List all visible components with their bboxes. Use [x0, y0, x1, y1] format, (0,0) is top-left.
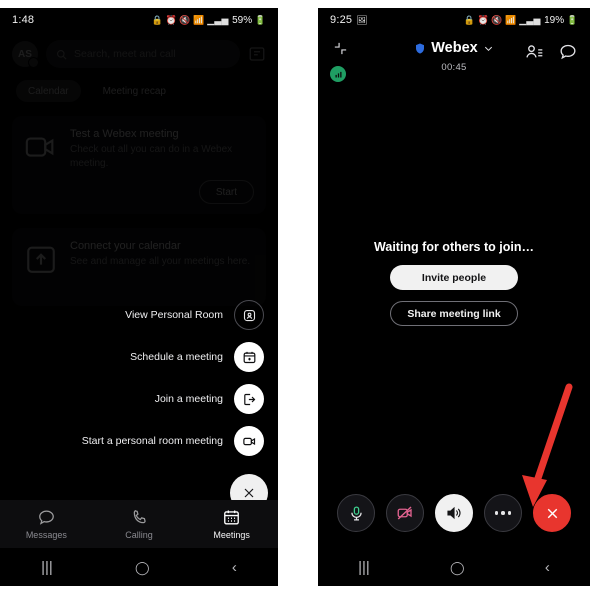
battery-icon: 🔋 [254, 14, 266, 25]
battery-percent: 19% [544, 14, 565, 26]
meeting-title: Webex [431, 40, 478, 56]
fab-item-view-personal-room[interactable]: View Personal Room [125, 300, 264, 330]
close-icon [244, 488, 254, 498]
home-icon[interactable]: ◯ [135, 561, 150, 574]
ellipsis-icon [494, 511, 512, 515]
fab-item-start-personal-room-meeting[interactable]: Start a personal room meeting [82, 426, 264, 456]
end-call-button[interactable] [533, 494, 571, 532]
status-bar-right: 9:25 🖼 🔒 ⏰ 🔇 📶 ▁▃▅ 19% 🔋 [318, 8, 590, 32]
chat-bubble-icon[interactable] [558, 42, 578, 62]
avatar[interactable]: AS [12, 41, 39, 68]
phone-left-meetings-screen: 1:48 🔒 ⏰ 🔇 📶 ▁▃▅ 59% 🔋 AS Search, meet a… [0, 8, 278, 586]
card-connect-calendar[interactable]: Connect your calendar See and manage all… [12, 228, 266, 306]
search-input[interactable]: Search, meet and call [46, 40, 240, 68]
card-title: Connect your calendar [70, 240, 181, 252]
compose-icon[interactable] [248, 45, 266, 63]
mic-button[interactable] [337, 494, 375, 532]
video-button[interactable] [386, 494, 424, 532]
microphone-icon [350, 505, 362, 521]
back-icon[interactable]: ‹ [545, 560, 550, 575]
signal-bars-icon: ▁▃▅ [207, 14, 229, 25]
speaker-button[interactable] [435, 494, 473, 532]
lock-icon: 🔒 [463, 14, 475, 25]
fab-item-join-meeting[interactable]: Join a meeting [155, 384, 264, 414]
battery-icon: 🔋 [566, 14, 578, 25]
status-icons: 🔒 ⏰ 🔇 📶 ▁▃▅ 19% 🔋 [464, 15, 578, 26]
bottom-tab-bar: Messages Calling Meetings [0, 500, 278, 548]
invite-people-button[interactable]: Invite people [390, 265, 518, 290]
search-row: AS Search, meet and call [0, 32, 278, 68]
recents-icon[interactable]: ||| [358, 560, 370, 575]
lock-icon: 🔒 [151, 14, 163, 25]
calendar-icon [224, 510, 240, 525]
speaker-icon [447, 506, 461, 520]
more-options-button[interactable] [484, 494, 522, 532]
chip-calendar[interactable]: Calendar [16, 80, 81, 102]
video-off-icon [397, 506, 412, 520]
android-nav-bar-right: ||| ◯ ‹ [318, 548, 590, 586]
alarm-icon: ⏰ [165, 14, 177, 25]
alarm-icon: ⏰ [477, 14, 489, 25]
fab-item-label: View Personal Room [125, 309, 223, 321]
fab-item-label: Start a personal room meeting [81, 435, 223, 447]
phone-right-in-meeting-screen: 9:25 🖼 🔒 ⏰ 🔇 📶 ▁▃▅ 19% 🔋 Webex 00:45 Wai… [318, 8, 590, 586]
meeting-controls [318, 494, 590, 532]
card-subtitle: See and manage all your meetings here. [70, 256, 251, 267]
filter-chips: Calendar Meeting recap [0, 68, 278, 102]
fab-item-label: Schedule a meeting [130, 351, 223, 363]
wifi-icon: 📶 [505, 14, 517, 25]
status-time: 1:48 [12, 14, 35, 26]
mute-icon: 🔇 [491, 14, 503, 25]
wifi-icon: 📶 [193, 14, 205, 25]
android-nav-bar-left: ||| ◯ ‹ [0, 548, 278, 586]
calendar-plus-icon[interactable] [234, 342, 264, 372]
tab-label: Calling [125, 530, 153, 540]
battery-percent: 59% [232, 14, 253, 26]
tab-calling[interactable]: Calling [93, 508, 186, 540]
video-camera-icon [25, 137, 54, 157]
close-icon [547, 508, 557, 518]
participants-icon[interactable] [524, 42, 544, 62]
home-icon[interactable]: ◯ [450, 561, 465, 574]
card-title: Test a Webex meeting [70, 128, 179, 140]
search-placeholder: Search, meet and call [74, 48, 176, 60]
network-quality-icon [330, 66, 346, 82]
fab-speed-dial-menu: View Personal Room Schedule a meeting Jo… [82, 300, 268, 512]
back-icon[interactable]: ‹ [232, 560, 237, 575]
recents-icon[interactable]: ||| [41, 560, 53, 575]
fab-item-label: Join a meeting [154, 393, 223, 405]
card-test-meeting[interactable]: Test a Webex meeting Check out all you c… [12, 116, 266, 214]
mute-icon: 🔇 [179, 14, 191, 25]
personal-room-icon[interactable] [234, 300, 264, 330]
join-meeting-icon[interactable] [234, 384, 264, 414]
chip-meeting-recap[interactable]: Meeting recap [91, 80, 178, 102]
video-start-icon[interactable] [234, 426, 264, 456]
meeting-header: Webex 00:45 [318, 32, 590, 96]
waiting-text: Waiting for others to join… [374, 240, 534, 254]
tab-label: Meetings [213, 530, 250, 540]
share-meeting-link-button[interactable]: Share meeting link [390, 301, 518, 326]
message-bubble-icon [38, 510, 54, 525]
tab-meetings[interactable]: Meetings [185, 508, 278, 540]
collapse-icon[interactable] [332, 40, 349, 57]
status-time: 9:25 [330, 14, 353, 26]
calendar-connect-icon [27, 246, 55, 273]
screenshot-icon: 🖼 [356, 14, 368, 25]
status-bar-left: 1:48 🔒 ⏰ 🔇 📶 ▁▃▅ 59% 🔋 [0, 8, 278, 32]
dimmed-app-content: AS Search, meet and call Calendar Meetin… [0, 32, 278, 306]
status-icons: 🔒 ⏰ 🔇 📶 ▁▃▅ 59% 🔋 [152, 15, 266, 26]
waiting-panel: Waiting for others to join… Invite peopl… [318, 240, 590, 326]
card-subtitle: Check out all you can do in a Webex meet… [70, 144, 233, 169]
search-icon [57, 49, 67, 59]
chevron-down-icon[interactable] [483, 43, 494, 54]
phone-icon [133, 510, 146, 524]
meeting-timer: 00:45 [441, 61, 467, 73]
tab-label: Messages [25, 530, 67, 540]
fab-item-schedule-meeting[interactable]: Schedule a meeting [130, 342, 264, 372]
tab-messages[interactable]: Messages [0, 508, 93, 540]
screenshot-stage: 1:48 🔒 ⏰ 🔇 📶 ▁▃▅ 59% 🔋 AS Search, meet a… [0, 0, 600, 593]
signal-bars-icon: ▁▃▅ [519, 14, 541, 25]
start-button[interactable]: Start [198, 180, 254, 204]
shield-icon [416, 43, 425, 53]
